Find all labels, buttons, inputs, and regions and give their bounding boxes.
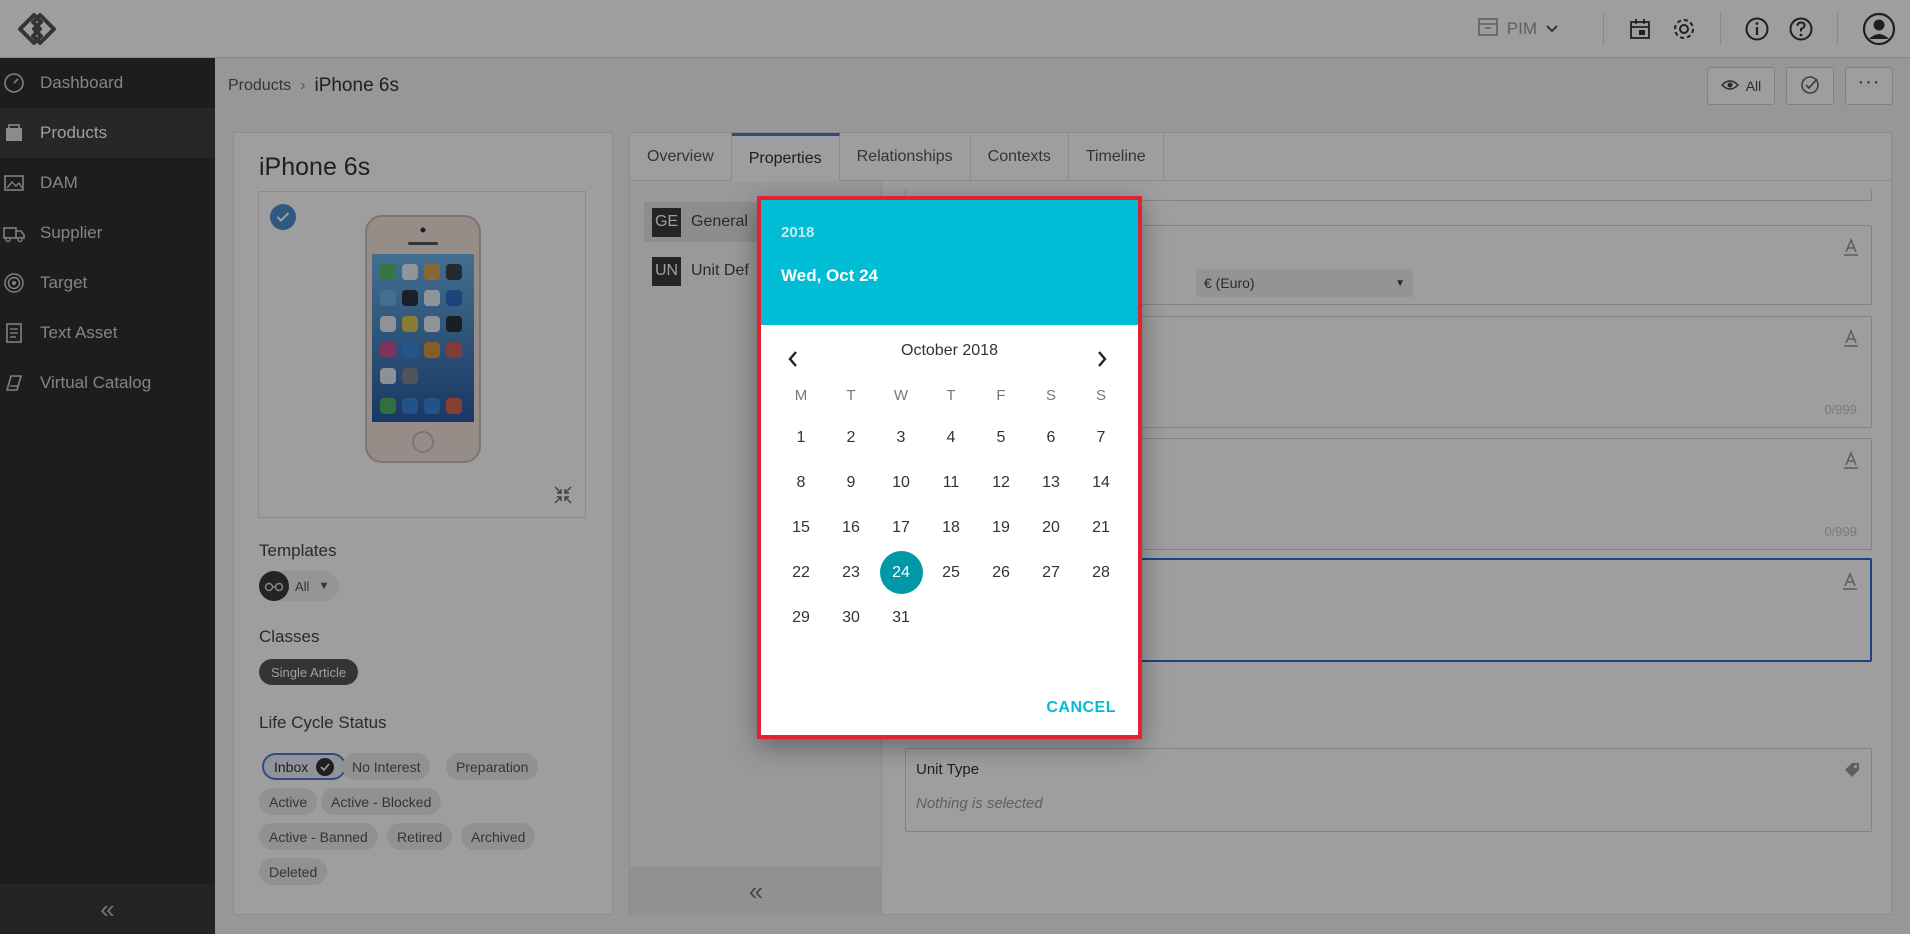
calendar-day[interactable]: 21 xyxy=(1076,519,1126,537)
calendar-day[interactable]: 7 xyxy=(1076,429,1126,447)
calendar-day-number: 22 xyxy=(792,563,810,581)
calendar-day-number: 9 xyxy=(846,473,856,491)
calendar-day-number: 17 xyxy=(892,518,910,536)
calendar-day[interactable]: 12 xyxy=(976,474,1026,492)
chevron-right-icon xyxy=(1096,350,1108,373)
calendar-day[interactable]: 8 xyxy=(776,474,826,492)
next-month-button[interactable] xyxy=(1084,343,1120,379)
calendar-day-number: 28 xyxy=(1092,563,1110,581)
calendar-day[interactable]: 27 xyxy=(1026,564,1076,582)
date-picker-dialog: 2018 Wed, Oct 24 October 2018 M T W T F … xyxy=(757,196,1142,739)
calendar-day[interactable]: 23 xyxy=(826,564,876,582)
calendar-day-number: 15 xyxy=(792,518,810,536)
calendar-day[interactable]: 5 xyxy=(976,429,1026,447)
calendar-day-number: 4 xyxy=(946,428,956,446)
calendar-day-number: 27 xyxy=(1042,563,1060,581)
calendar-day-number: 1 xyxy=(796,428,806,446)
calendar-week-row: 22 23 24 25 26 27 28 xyxy=(776,550,1126,595)
calendar-day-number: 8 xyxy=(796,473,806,491)
calendar-day-number: 23 xyxy=(842,563,860,581)
calendar-day-number: 20 xyxy=(1042,518,1060,536)
calendar-day[interactable]: 25 xyxy=(926,564,976,582)
calendar-day[interactable]: 30 xyxy=(826,609,876,627)
calendar-day[interactable]: 3 xyxy=(876,429,926,447)
calendar-week-row: 15 16 17 18 19 20 21 xyxy=(776,505,1126,550)
calendar-day[interactable]: 6 xyxy=(1026,429,1076,447)
calendar-day-number: 25 xyxy=(942,563,960,581)
calendar-day-number: 18 xyxy=(942,518,960,536)
calendar-day-number: 3 xyxy=(896,428,906,446)
weekday-label: T xyxy=(946,386,956,404)
calendar-day[interactable]: 28 xyxy=(1076,564,1126,582)
calendar-day-number: 6 xyxy=(1046,428,1056,446)
calendar-day-selected[interactable]: 24 xyxy=(876,551,926,594)
calendar-day-number: 12 xyxy=(992,473,1010,491)
calendar-day[interactable]: 4 xyxy=(926,429,976,447)
calendar-day[interactable]: 31 xyxy=(876,609,926,627)
selected-year[interactable]: 2018 xyxy=(781,224,814,241)
weekday-label: F xyxy=(996,386,1006,404)
calendar-weeks: 1 2 3 4 5 6 7 8 9 10 11 12 13 14 15 16 17 18 19 20 21 22 23 24 2… xyxy=(776,415,1126,640)
selected-date[interactable]: Wed, Oct 24 xyxy=(781,266,878,286)
calendar-day-number: 19 xyxy=(992,518,1010,536)
calendar-day[interactable]: 18 xyxy=(926,519,976,537)
weekday-label: W xyxy=(893,386,909,404)
calendar-day-number: 14 xyxy=(1092,473,1110,491)
weekday-label: S xyxy=(1045,386,1056,404)
calendar-day-number: 5 xyxy=(996,428,1006,446)
weekday-label: M xyxy=(794,386,808,404)
calendar-day[interactable]: 11 xyxy=(926,474,976,492)
calendar-day[interactable]: 15 xyxy=(776,519,826,537)
calendar-day[interactable]: 20 xyxy=(1026,519,1076,537)
month-label: October 2018 xyxy=(901,342,998,359)
calendar-day-number: 24 xyxy=(879,551,923,594)
calendar-day-number: 2 xyxy=(846,428,856,446)
calendar-day-number: 31 xyxy=(892,608,910,626)
calendar-day[interactable]: 22 xyxy=(776,564,826,582)
weekday-label: S xyxy=(1095,386,1106,404)
calendar-day-number: 21 xyxy=(1092,518,1110,536)
calendar-day[interactable]: 9 xyxy=(826,474,876,492)
calendar-week-row: 29 30 31 xyxy=(776,595,1126,640)
calendar-day[interactable]: 17 xyxy=(876,519,926,537)
calendar-day-number: 16 xyxy=(842,518,860,536)
calendar-day-number: 7 xyxy=(1096,428,1106,446)
weekday-label: T xyxy=(846,386,856,404)
calendar-day-number: 30 xyxy=(842,608,860,626)
calendar-day[interactable]: 26 xyxy=(976,564,1026,582)
calendar-day-number: 29 xyxy=(792,608,810,626)
calendar-day-number: 13 xyxy=(1042,473,1060,491)
calendar-day[interactable]: 2 xyxy=(826,429,876,447)
calendar-day[interactable]: 1 xyxy=(776,429,826,447)
calendar-day[interactable]: 10 xyxy=(876,474,926,492)
date-picker-header: 2018 Wed, Oct 24 xyxy=(761,200,1138,325)
weekday-header-row: M T W T F S S xyxy=(776,375,1126,415)
calendar-day-number: 26 xyxy=(992,563,1010,581)
calendar-day-number: 11 xyxy=(942,473,960,491)
calendar-grid: M T W T F S S 1 2 3 4 5 6 7 8 9 10 11 12 13 14 15 16 17 1… xyxy=(776,375,1126,640)
calendar-week-row: 1 2 3 4 5 6 7 xyxy=(776,415,1126,460)
calendar-day[interactable]: 14 xyxy=(1076,474,1126,492)
calendar-day[interactable]: 13 xyxy=(1026,474,1076,492)
calendar-week-row: 8 9 10 11 12 13 14 xyxy=(776,460,1126,505)
calendar-day[interactable]: 29 xyxy=(776,609,826,627)
cancel-button[interactable]: CANCEL xyxy=(1046,699,1116,717)
calendar-day-number: 10 xyxy=(892,473,910,491)
calendar-day[interactable]: 19 xyxy=(976,519,1026,537)
calendar-day[interactable]: 16 xyxy=(826,519,876,537)
